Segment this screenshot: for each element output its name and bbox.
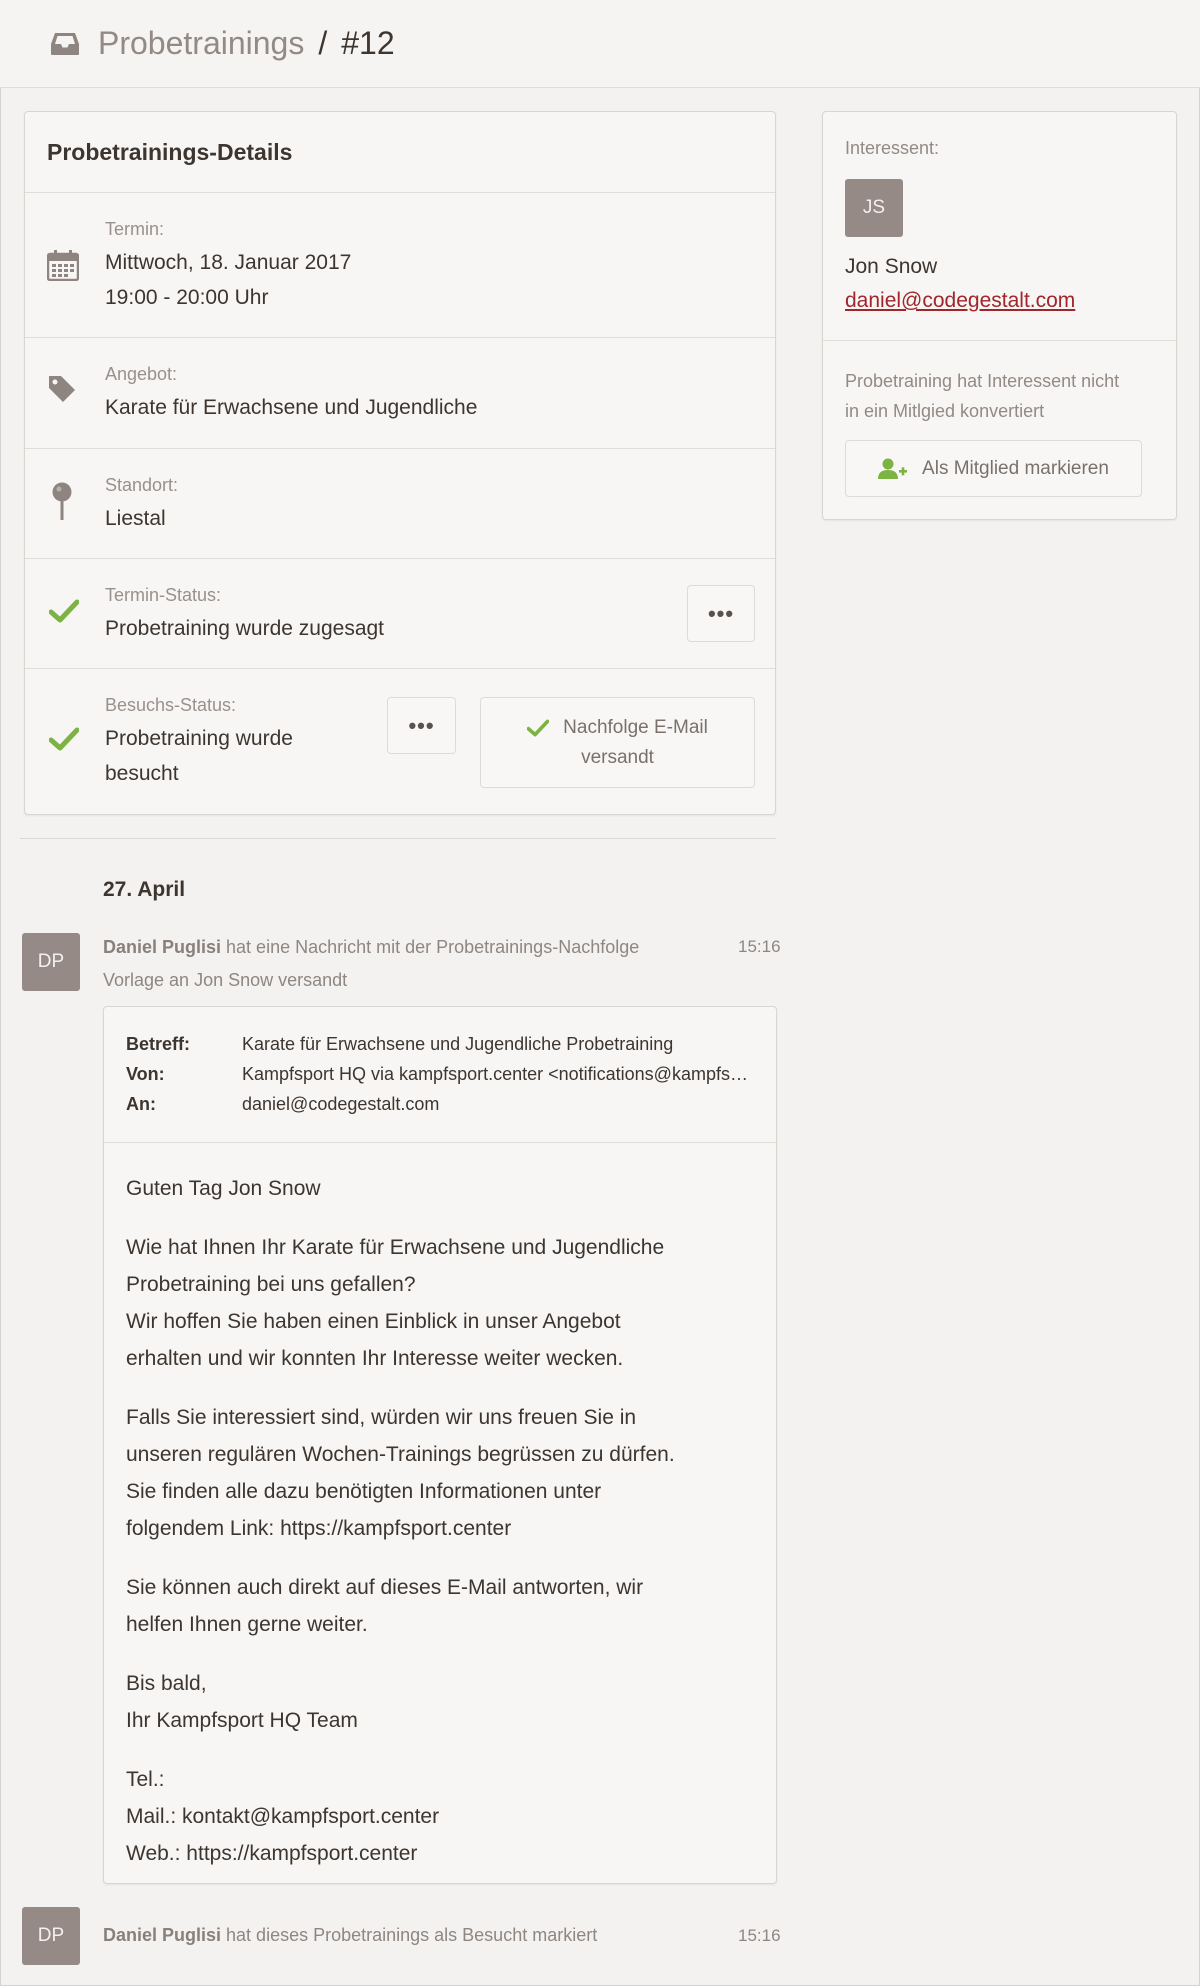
to-label: An: — [126, 1094, 156, 1114]
prospect-card: Interessent: JS Jon Snow daniel@codegest… — [822, 111, 1177, 520]
besuchs-status-label: Besuchs-Status: — [105, 695, 237, 715]
feed-entry-text: Daniel Puglisi hat eine Nachricht mit de… — [103, 937, 640, 990]
feed-entry-author[interactable]: Daniel Puglisi — [103, 1925, 221, 1945]
termin-time: 19:00 - 20:00 Uhr — [105, 286, 269, 309]
standort-value: Liestal — [105, 507, 166, 530]
inbox-icon — [51, 32, 79, 55]
to-value: daniel@codegestalt.com — [242, 1094, 440, 1114]
section-divider — [20, 838, 776, 839]
add-user-icon — [878, 458, 908, 479]
termin-status-row: Termin-Status: Probetraining wurde zuges… — [25, 559, 775, 669]
avatar: DP — [22, 1907, 80, 1965]
prospect-label: Interessent: — [845, 138, 940, 158]
prospect-email-link[interactable]: daniel@codegestalt.com — [845, 289, 1075, 313]
calendar-icon — [47, 250, 79, 281]
termin-date: Mittwoch, 18. Januar 2017 — [105, 251, 352, 274]
standort-row: Standort: Liestal — [25, 449, 775, 559]
termin-status-menu-button[interactable]: ••• — [687, 585, 755, 642]
page-header: Probetrainings / #12 — [0, 0, 1200, 88]
details-title: Probetrainings-Details — [25, 112, 775, 193]
termin-label: Termin: — [105, 219, 165, 239]
followup-label-line2: versandt — [581, 746, 654, 768]
email-paragraph: Sie können auch direkt auf dieses E-Mail… — [126, 1576, 644, 1636]
email-card: Betreff: Karate für Erwachsene und Jugen… — [103, 1006, 777, 1884]
besuchs-status-line1: Probetraining wurde — [105, 727, 293, 750]
subject-label: Betreff: — [126, 1034, 191, 1054]
angebot-label: Angebot: — [105, 364, 178, 384]
from-value: Kampfsport HQ via kampfsport.center <not… — [242, 1064, 757, 1084]
breadcrumb-probetrainings[interactable]: Probetrainings — [98, 25, 304, 62]
subject-value: Karate für Erwachsene und Jugendliche Pr… — [242, 1034, 674, 1054]
email-paragraph: Falls Sie interessiert sind, würden wir … — [126, 1406, 675, 1540]
conversion-note: Probetraining hat Interessent nicht in e… — [845, 371, 1120, 421]
email-paragraph: Wie hat Ihnen Ihr Karate für Erwachsene … — [126, 1236, 665, 1370]
tag-icon — [49, 376, 75, 402]
avatar: DP — [22, 933, 80, 991]
besuchs-status-line2: besucht — [105, 762, 179, 785]
termin-row: Termin: Mittwoch, 18. Januar 2017 19:00 … — [25, 193, 775, 338]
termin-status-label: Termin-Status: — [105, 585, 222, 605]
page-title: #12 — [341, 25, 395, 61]
mark-as-member-button[interactable]: Als Mitglied markieren — [845, 440, 1142, 497]
prospect-name: Jon Snow — [845, 255, 938, 278]
besuchs-status-row: Besuchs-Status: Probetraining wurde besu… — [25, 669, 775, 814]
feed-entry-author[interactable]: Daniel Puglisi — [103, 937, 221, 957]
angebot-value: Karate für Erwachsene und Jugendliche — [105, 396, 478, 419]
check-icon — [527, 719, 550, 736]
email-body: Guten Tag Jon Snow Wie hat Ihnen Ihr Kar… — [126, 1170, 746, 1894]
email-meta: Betreff: Karate für Erwachsene und Jugen… — [104, 1007, 776, 1143]
breadcrumb-separator: / — [318, 25, 328, 61]
divider — [823, 340, 1176, 341]
map-pin-icon — [52, 482, 72, 520]
standort-label: Standort: — [105, 475, 179, 495]
followup-label-line1: Nachfolge E-Mail — [563, 716, 708, 738]
feed-entry-text: Daniel Puglisi hat dieses Probetrainings… — [103, 1925, 598, 1945]
check-icon — [49, 599, 79, 623]
feed-entry-time: 15:16 — [738, 937, 781, 956]
check-icon — [49, 727, 79, 751]
from-label: Von: — [126, 1064, 165, 1084]
feed-date: 27. April — [103, 878, 186, 901]
feed-entry-time: 15:16 — [738, 1926, 781, 1945]
mark-as-member-label: Als Mitglied markieren — [922, 457, 1109, 479]
besuchs-status-menu-button[interactable]: ••• — [387, 697, 456, 754]
email-contact: Tel.: Mail.: kontakt@kampfsport.center W… — [126, 1768, 440, 1865]
followup-email-button[interactable]: Nachfolge E-Mail versandt — [480, 697, 755, 788]
details-card: Probetrainings-Details Termin: Mittwoch,… — [24, 111, 776, 815]
email-signoff: Bis bald, Ihr Kampfsport HQ Team — [126, 1672, 358, 1732]
avatar: JS — [845, 179, 903, 237]
angebot-row: Angebot: Karate für Erwachsene und Jugen… — [25, 338, 775, 449]
email-greeting: Guten Tag Jon Snow — [126, 1177, 321, 1200]
termin-status-value: Probetraining wurde zugesagt — [105, 617, 385, 640]
